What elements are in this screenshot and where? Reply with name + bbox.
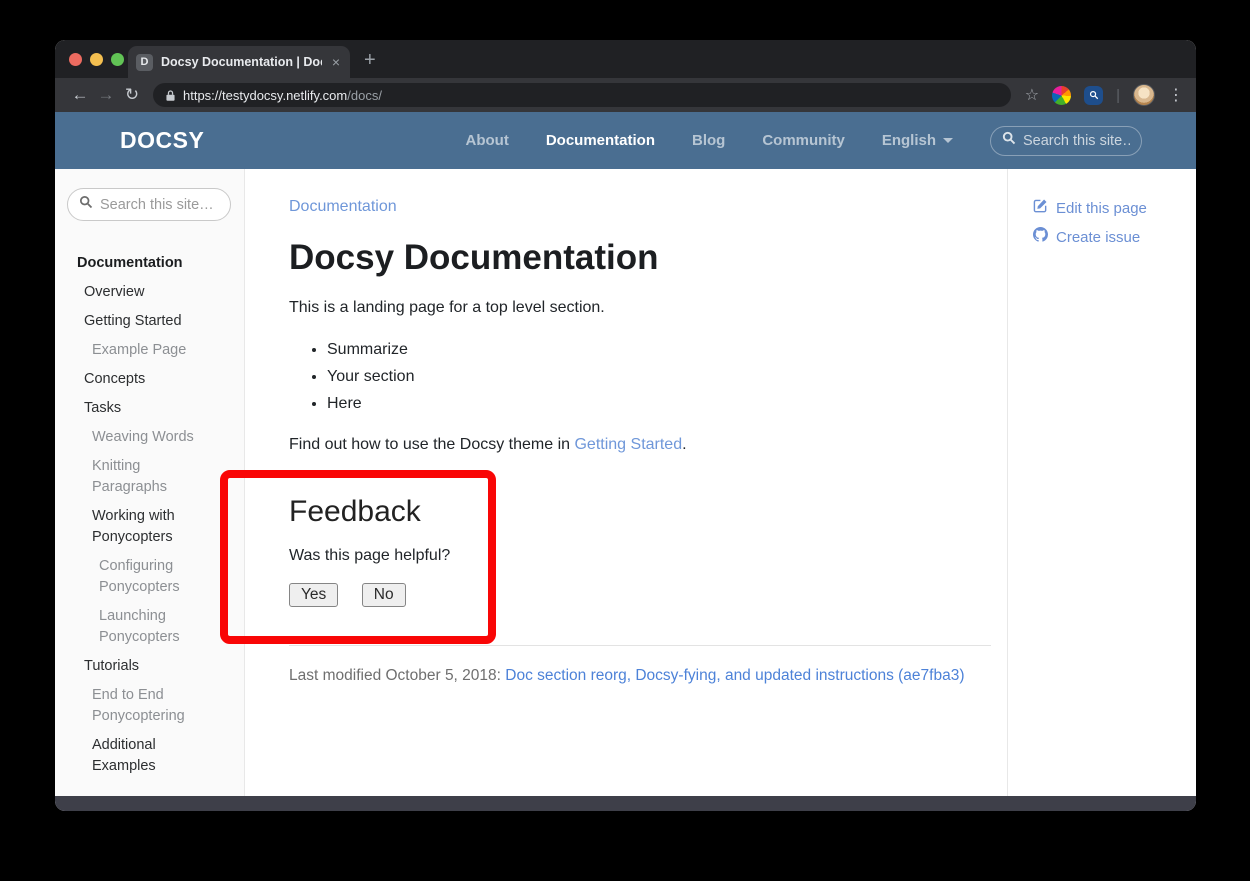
chevron-down-icon: [943, 138, 953, 143]
summary-list: SummarizeYour sectionHere: [327, 336, 991, 417]
bookmark-star-icon[interactable]: ☆: [1025, 85, 1039, 105]
edit-page-link[interactable]: Edit this page: [1033, 194, 1196, 223]
sidebar-nav-item[interactable]: Tutorials: [67, 656, 202, 677]
feedback-no-button[interactable]: No: [362, 583, 406, 607]
github-icon: [1033, 223, 1048, 252]
sidebar-search[interactable]: [67, 188, 231, 221]
sidebar-nav-item[interactable]: Documentation: [67, 253, 202, 274]
sidebar-nav-item[interactable]: End to End Ponycoptering: [67, 685, 202, 727]
tab-strip: D Docsy Documentation | Docsy × +: [55, 40, 1196, 78]
traffic-lights: [69, 53, 124, 66]
commit-link[interactable]: Doc section reorg, Docsy-fying, and upda…: [505, 667, 964, 684]
page-title: Docsy Documentation: [289, 237, 991, 279]
sidebar-search-input[interactable]: [100, 197, 219, 213]
reload-icon[interactable]: ↻: [119, 85, 145, 105]
tab-title: Docsy Documentation | Docsy: [161, 55, 322, 69]
sidebar-nav-item[interactable]: Concepts: [67, 369, 202, 390]
language-dropdown[interactable]: English: [882, 132, 953, 149]
browser-tab[interactable]: D Docsy Documentation | Docsy ×: [128, 46, 350, 78]
navbar-link[interactable]: About: [466, 132, 509, 149]
findout-paragraph: Find out how to use the Docsy theme in G…: [289, 433, 991, 457]
sidebar-nav-item[interactable]: Launching Ponycopters: [67, 606, 202, 648]
sidebar-nav-item[interactable]: Weaving Words: [67, 427, 202, 448]
url-path-part: /docs/: [347, 88, 382, 103]
minimize-window-button[interactable]: [90, 53, 103, 66]
list-item: Here: [327, 390, 991, 417]
site-footer-strip: [55, 796, 1196, 811]
feedback-question: Was this page helpful?: [289, 545, 991, 567]
sidebar-nav-item[interactable]: Knitting Paragraphs: [67, 456, 202, 498]
list-item: Summarize: [327, 336, 991, 363]
url-text: https://testydocsy.netlify.com/docs/: [183, 88, 382, 103]
findout-text: Find out how to use the Docsy theme in: [289, 436, 574, 453]
last-modified-text: Last modified October 5, 2018:: [289, 667, 505, 684]
create-issue-link[interactable]: Create issue: [1033, 223, 1196, 252]
navbar-link[interactable]: Community: [762, 132, 845, 149]
feedback-yes-button[interactable]: Yes: [289, 583, 338, 607]
breadcrumb[interactable]: Documentation: [289, 198, 397, 216]
sidebar-nav-item[interactable]: Tasks: [67, 398, 202, 419]
toolbar-separator: |: [1116, 87, 1120, 104]
page-body: Documentation Overview Getting Started E…: [55, 169, 1196, 796]
edit-page-label: Edit this page: [1056, 194, 1147, 223]
feedback-buttons: Yes No: [289, 583, 991, 607]
new-tab-button[interactable]: +: [364, 49, 376, 78]
address-bar[interactable]: https://testydocsy.netlify.com/docs/: [153, 83, 1011, 107]
feedback-section: Feedback Was this page helpful? Yes No: [289, 493, 991, 607]
create-issue-label: Create issue: [1056, 223, 1140, 252]
list-item: Your section: [327, 363, 991, 390]
navbar-link[interactable]: Documentation: [546, 132, 655, 149]
search-icon: [79, 195, 93, 214]
forward-icon[interactable]: →: [93, 85, 119, 105]
getting-started-link[interactable]: Getting Started: [574, 436, 682, 453]
tab-favicon: D: [136, 54, 153, 71]
url-secure-part: https://testydocsy.netlify.com: [183, 88, 347, 103]
extension-search-icon[interactable]: [1084, 86, 1103, 105]
findout-period: .: [682, 436, 686, 453]
extension-color-icon[interactable]: [1052, 86, 1071, 105]
chrome-menu-icon[interactable]: ⋮: [1168, 85, 1184, 105]
left-sidebar: Documentation Overview Getting Started E…: [55, 169, 245, 796]
navbar-search[interactable]: [990, 126, 1142, 156]
sidebar-nav-item[interactable]: Working with Ponycopters: [67, 506, 175, 548]
language-label: English: [882, 132, 936, 149]
site-logo[interactable]: DOCSY: [120, 127, 204, 154]
search-icon: [1002, 131, 1016, 150]
maximize-window-button[interactable]: [111, 53, 124, 66]
sidebar-nav-tree: Documentation Overview Getting Started E…: [67, 253, 244, 777]
feedback-heading: Feedback: [289, 493, 991, 531]
sidebar-nav-item[interactable]: Getting Started: [67, 311, 202, 332]
sidebar-nav-item[interactable]: Example Page: [67, 340, 202, 361]
navbar-search-input[interactable]: [1023, 133, 1130, 149]
tab-close-icon[interactable]: ×: [330, 54, 342, 70]
edit-icon: [1033, 194, 1048, 223]
footer-divider: [289, 645, 991, 646]
sidebar-nav-item[interactable]: Overview: [67, 282, 202, 303]
right-sidebar: Edit this page Create issue: [1007, 169, 1196, 796]
browser-window: D Docsy Documentation | Docsy × + ← → ↻ …: [55, 40, 1196, 811]
toolbar-right-cluster: ☆ | ⋮: [1025, 84, 1184, 106]
main-content: Documentation Docsy Documentation This i…: [245, 169, 1007, 796]
navbar-link[interactable]: Blog: [692, 132, 725, 149]
intro-paragraph: This is a landing page for a top level s…: [289, 296, 991, 320]
close-window-button[interactable]: [69, 53, 82, 66]
navbar-links: About Documentation Blog Community: [466, 132, 845, 149]
back-icon[interactable]: ←: [67, 85, 93, 105]
browser-toolbar: ← → ↻ https://testydocsy.netlify.com/doc…: [55, 78, 1196, 112]
lock-icon: [165, 89, 176, 102]
site-navbar: DOCSY About Documentation Blog Community…: [55, 112, 1196, 169]
sidebar-nav-item[interactable]: Additional Examples: [67, 735, 202, 777]
sidebar-nav-item[interactable]: Configuring Ponycopters: [67, 556, 202, 598]
profile-avatar[interactable]: [1133, 84, 1155, 106]
last-modified: Last modified October 5, 2018: Doc secti…: [289, 667, 991, 685]
